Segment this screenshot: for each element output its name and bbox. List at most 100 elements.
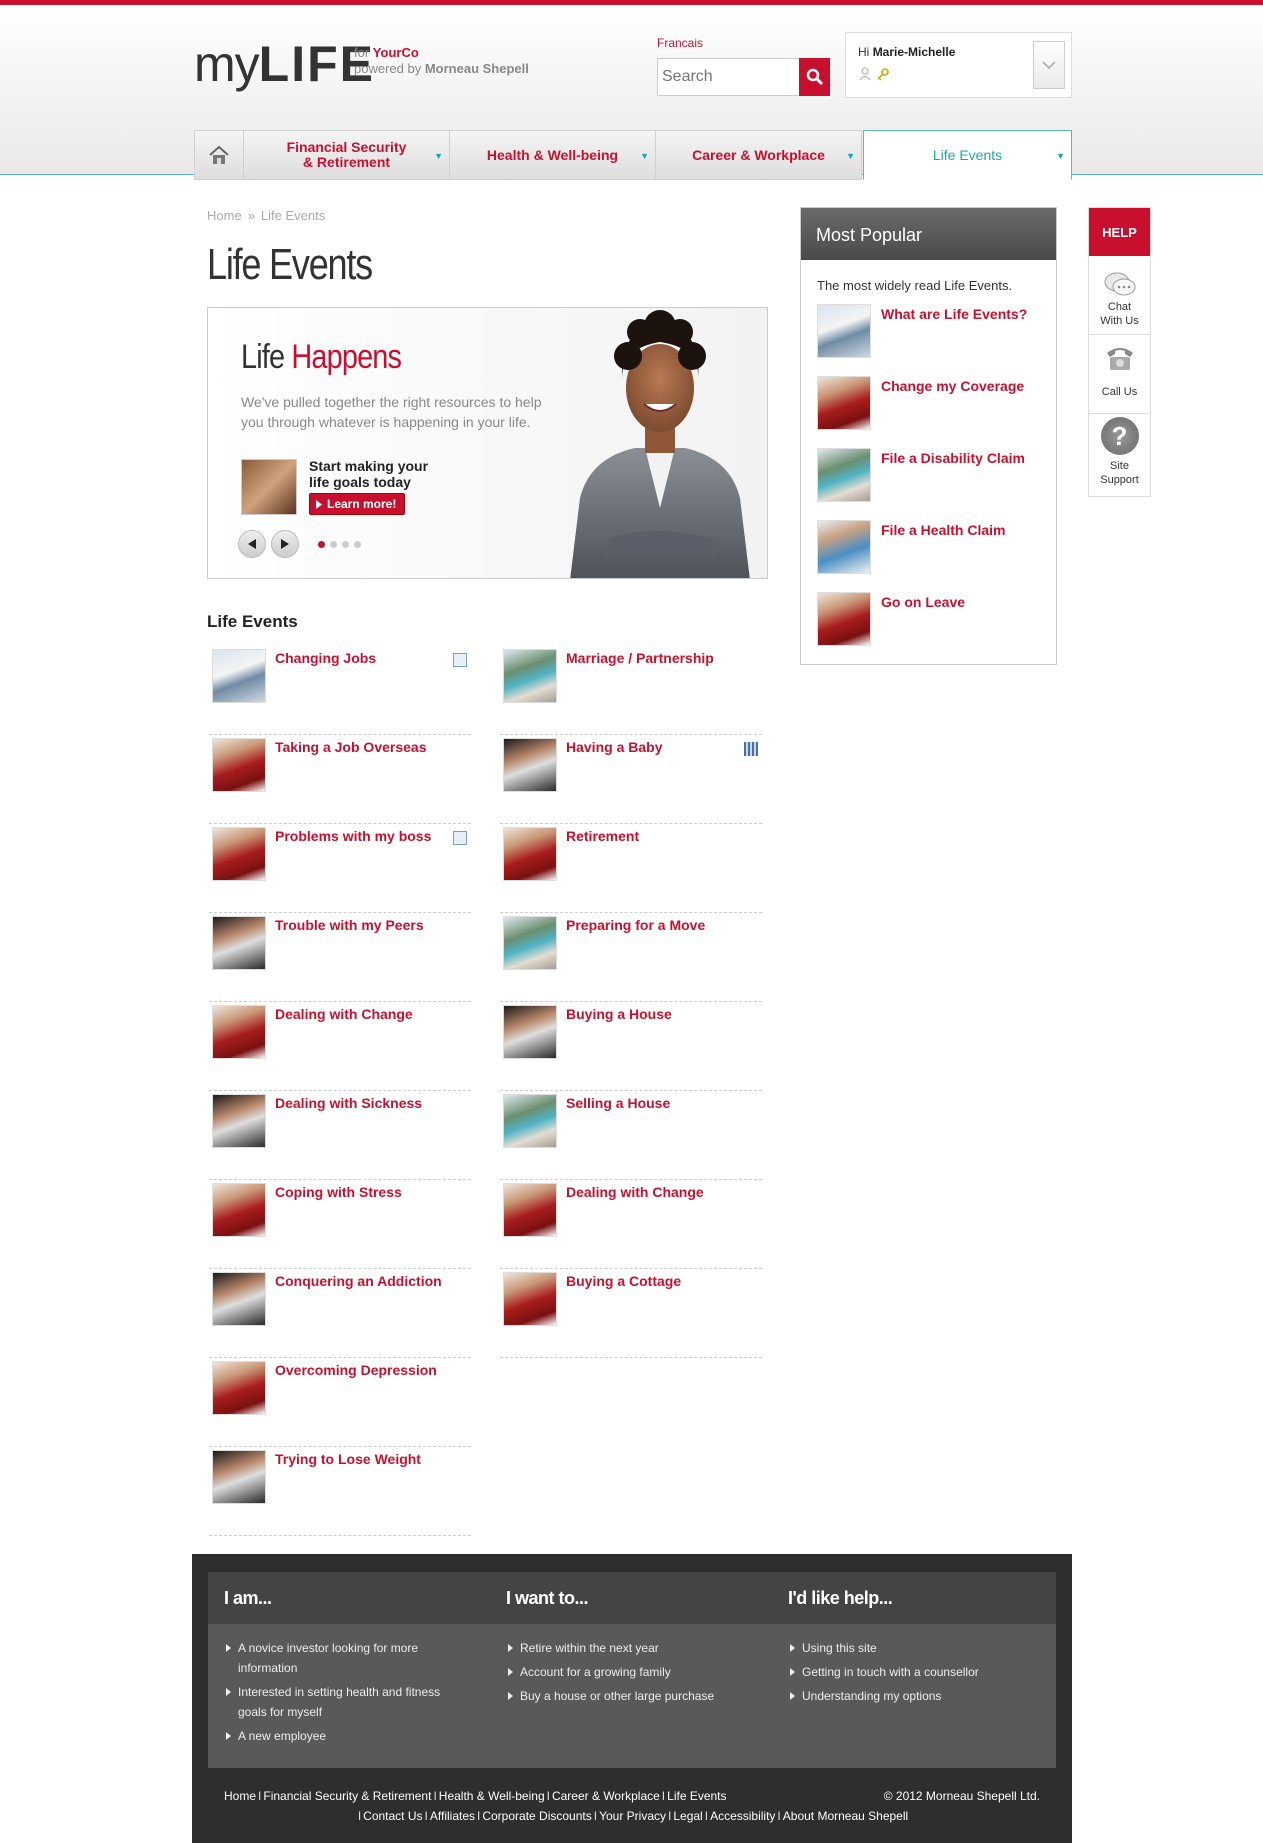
footer-nav-link[interactable]: Your Privacy: [599, 1809, 666, 1823]
life-event-item[interactable]: Dealing with Sickness: [209, 1091, 471, 1180]
footer-nav-link[interactable]: About Morneau Shepell: [783, 1809, 908, 1823]
site-support-button[interactable]: ? Site Support: [1089, 414, 1150, 493]
life-event-item[interactable]: Having a Baby: [500, 735, 762, 824]
footer-link[interactable]: Retire within the next year: [506, 1638, 746, 1658]
life-event-item[interactable]: Buying a Cottage: [500, 1269, 762, 1358]
life-event-link[interactable]: Trying to Lose Weight: [275, 1451, 421, 1467]
life-event-thumbnail[interactable]: [212, 1450, 266, 1504]
life-event-item[interactable]: Marriage / Partnership: [500, 646, 762, 735]
footer-nav-link[interactable]: Health & Well-being: [439, 1789, 545, 1803]
footer-nav-link[interactable]: Legal: [673, 1809, 702, 1823]
popular-thumbnail[interactable]: [817, 448, 871, 502]
life-event-link[interactable]: Conquering an Addiction: [275, 1273, 442, 1289]
life-event-item[interactable]: Trouble with my Peers: [209, 913, 471, 1002]
footer-link[interactable]: Understanding my options: [788, 1686, 1028, 1706]
footer-link[interactable]: Account for a growing family: [506, 1662, 746, 1682]
footer-nav-link[interactable]: Life Events: [667, 1789, 726, 1803]
life-event-thumbnail[interactable]: [503, 649, 557, 703]
language-link[interactable]: Francais: [657, 36, 703, 50]
life-event-link[interactable]: Taking a Job Overseas: [275, 739, 426, 755]
life-event-item[interactable]: Taking a Job Overseas: [209, 735, 471, 824]
popular-thumbnail[interactable]: [817, 376, 871, 430]
life-event-item[interactable]: Preparing for a Move: [500, 913, 762, 1002]
life-event-link[interactable]: Dealing with Change: [275, 1006, 413, 1022]
life-event-thumbnail[interactable]: [503, 916, 557, 970]
footer-nav-link[interactable]: Affiliates: [430, 1809, 475, 1823]
carousel-dot[interactable]: [330, 541, 337, 548]
life-event-link[interactable]: Changing Jobs: [275, 650, 376, 666]
footer-link[interactable]: A novice investor looking for more infor…: [224, 1638, 464, 1678]
nav-career-workplace[interactable]: Career & Workplace ▼: [656, 130, 862, 180]
life-event-thumbnail[interactable]: [212, 738, 266, 792]
popular-item[interactable]: Go on Leave: [817, 592, 1047, 650]
key-icon[interactable]: [876, 67, 890, 81]
footer-nav-link[interactable]: Financial Security & Retirement: [263, 1789, 431, 1803]
life-event-thumbnail[interactable]: [503, 1005, 557, 1059]
mylife-logo[interactable]: myLIFE: [194, 35, 375, 93]
popular-link[interactable]: Change my Coverage: [881, 378, 1024, 394]
life-event-item[interactable]: Dealing with Change: [209, 1002, 471, 1091]
footer-link[interactable]: Using this site: [788, 1638, 1028, 1658]
call-us-button[interactable]: Call Us: [1089, 335, 1150, 414]
popular-thumbnail[interactable]: [817, 520, 871, 574]
carousel-prev-button[interactable]: [238, 530, 266, 558]
life-event-link[interactable]: Marriage / Partnership: [566, 650, 714, 666]
popular-item[interactable]: File a Health Claim: [817, 520, 1047, 578]
breadcrumb-home[interactable]: Home: [207, 208, 242, 223]
life-event-link[interactable]: Dealing with Sickness: [275, 1095, 422, 1111]
footer-link[interactable]: A new employee: [224, 1726, 464, 1746]
life-event-item[interactable]: Conquering an Addiction: [209, 1269, 471, 1358]
life-event-item[interactable]: Retirement: [500, 824, 762, 913]
footer-nav-link[interactable]: Career & Workplace: [552, 1789, 660, 1803]
life-event-link[interactable]: Preparing for a Move: [566, 917, 705, 933]
life-event-item[interactable]: Coping with Stress: [209, 1180, 471, 1269]
life-event-thumbnail[interactable]: [212, 1272, 266, 1326]
nav-home[interactable]: [194, 130, 244, 180]
life-event-link[interactable]: Coping with Stress: [275, 1184, 402, 1200]
profile-icon[interactable]: [858, 67, 872, 81]
life-event-item[interactable]: Problems with my boss: [209, 824, 471, 913]
popular-thumbnail[interactable]: [817, 304, 871, 358]
life-event-link[interactable]: Retirement: [566, 828, 639, 844]
life-event-thumbnail[interactable]: [503, 1094, 557, 1148]
carousel-dot[interactable]: [354, 541, 361, 548]
footer-link[interactable]: Buy a house or other large purchase: [506, 1686, 746, 1706]
footer-nav-link[interactable]: Corporate Discounts: [482, 1809, 591, 1823]
life-event-link[interactable]: Problems with my boss: [275, 828, 431, 844]
popular-item[interactable]: What are Life Events?: [817, 304, 1047, 362]
life-event-link[interactable]: Buying a House: [566, 1006, 672, 1022]
popular-link[interactable]: What are Life Events?: [881, 306, 1027, 322]
nav-health-wellbeing[interactable]: Health & Well-being ▼: [450, 130, 656, 180]
life-event-thumbnail[interactable]: [212, 916, 266, 970]
life-event-thumbnail[interactable]: [212, 1005, 266, 1059]
popular-item[interactable]: Change my Coverage: [817, 376, 1047, 434]
popular-link[interactable]: File a Health Claim: [881, 522, 1005, 538]
learn-more-button[interactable]: Learn more!: [309, 493, 406, 515]
footer-link[interactable]: Interested in setting health and fitness…: [224, 1682, 464, 1722]
life-event-thumbnail[interactable]: [503, 827, 557, 881]
carousel-next-button[interactable]: [271, 530, 299, 558]
life-event-link[interactable]: Having a Baby: [566, 739, 662, 755]
life-event-thumbnail[interactable]: [503, 1183, 557, 1237]
life-event-item[interactable]: Buying a House: [500, 1002, 762, 1091]
life-event-item[interactable]: Overcoming Depression: [209, 1358, 471, 1447]
life-event-thumbnail[interactable]: [212, 1094, 266, 1148]
carousel-dot[interactable]: [342, 541, 349, 548]
popular-thumbnail[interactable]: [817, 592, 871, 646]
life-event-item[interactable]: Changing Jobs: [209, 646, 471, 735]
life-event-link[interactable]: Buying a Cottage: [566, 1273, 681, 1289]
life-event-thumbnail[interactable]: [212, 649, 266, 703]
footer-nav-link[interactable]: Contact Us: [363, 1809, 422, 1823]
life-event-link[interactable]: Selling a House: [566, 1095, 670, 1111]
popular-link[interactable]: File a Disability Claim: [881, 450, 1025, 466]
life-event-link[interactable]: Trouble with my Peers: [275, 917, 424, 933]
footer-link[interactable]: Getting in touch with a counsellor: [788, 1662, 1028, 1682]
life-event-item[interactable]: Trying to Lose Weight: [209, 1447, 471, 1536]
footer-nav-link[interactable]: Accessibility: [710, 1809, 775, 1823]
user-menu-toggle[interactable]: [1033, 41, 1065, 89]
popular-link[interactable]: Go on Leave: [881, 594, 965, 610]
search-input[interactable]: [657, 58, 800, 96]
carousel-dot[interactable]: [318, 541, 325, 548]
nav-financial-security[interactable]: Financial Security & Retirement ▼: [244, 130, 450, 180]
life-event-item[interactable]: Dealing with Change: [500, 1180, 762, 1269]
